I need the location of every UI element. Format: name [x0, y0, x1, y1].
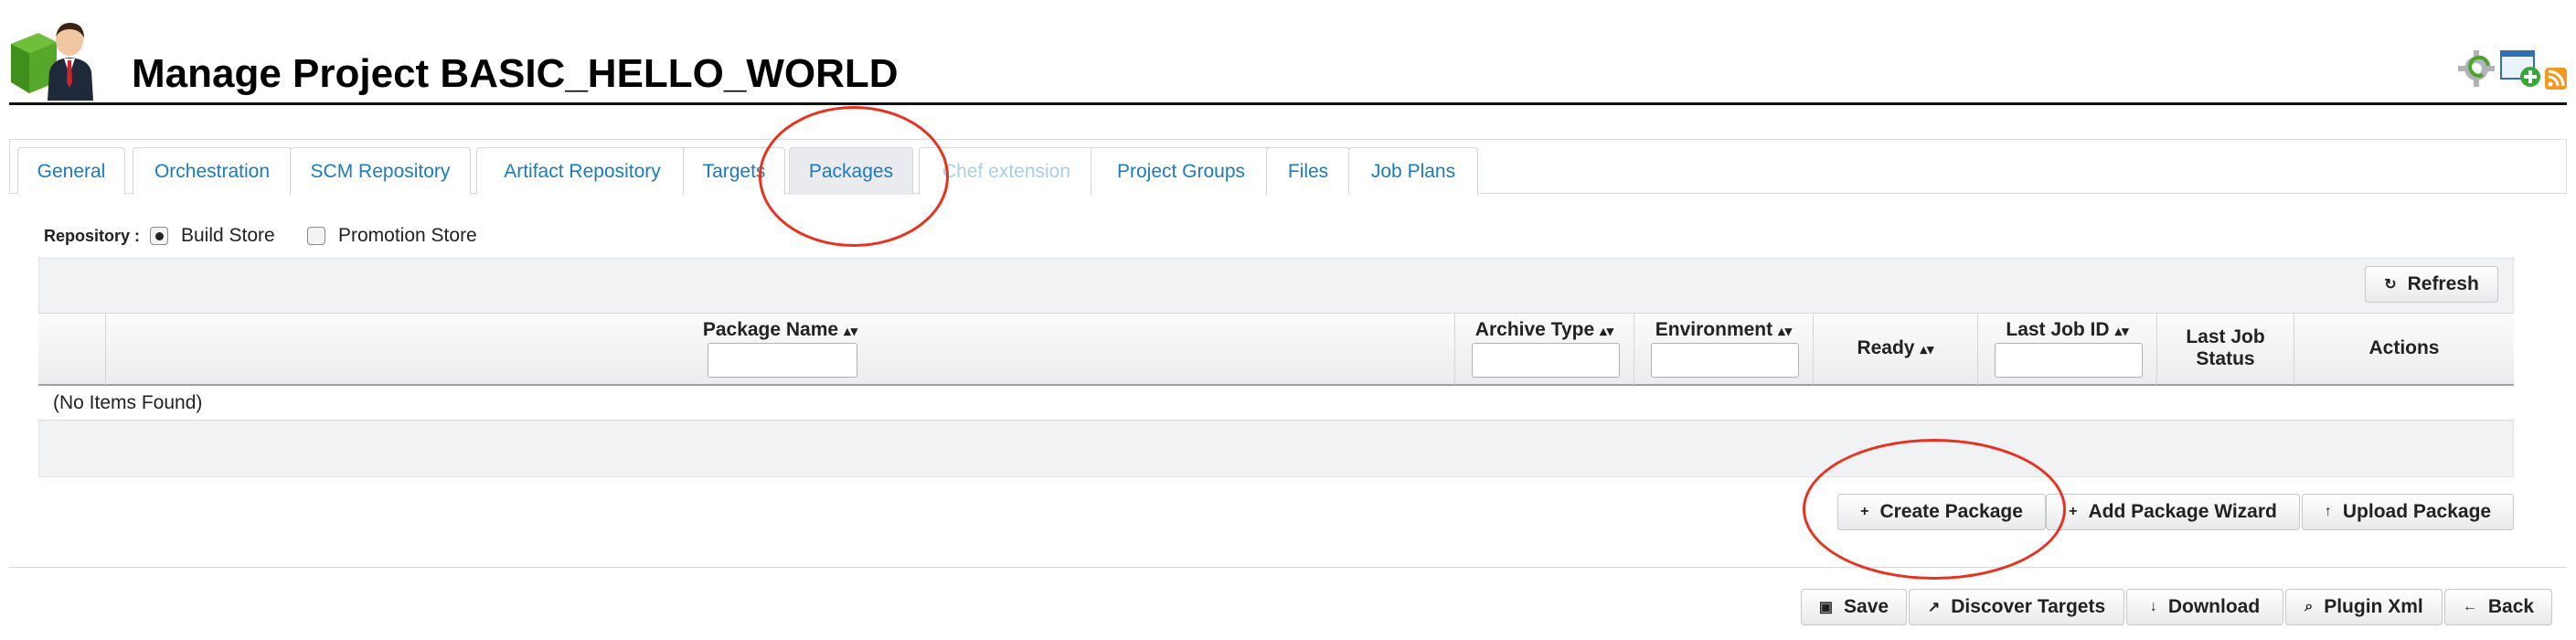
- empty-message: (No Items Found): [38, 386, 2514, 421]
- grid-header: Package Name ▴▾ Archive Type ▴▾ Environmen…: [38, 313, 2514, 386]
- refresh-icon: ↻: [2384, 277, 2397, 293]
- tab-packages[interactable]: Packages: [789, 147, 913, 195]
- environment-filter-input[interactable]: [1651, 343, 1799, 378]
- package-name-filter-input[interactable]: [708, 343, 857, 378]
- tab-artifact-repository[interactable]: Artifact Repository: [476, 147, 688, 195]
- tab-bar: General Orchestration SCM Repository Art…: [9, 139, 2567, 195]
- column-actions: Actions: [2368, 337, 2440, 358]
- radio-button-selected[interactable]: [150, 227, 168, 245]
- header-tools: [2455, 46, 2567, 94]
- tab-files[interactable]: Files: [1266, 147, 1350, 195]
- save-icon: ▣: [1818, 600, 1834, 615]
- gear-refresh-icon[interactable]: [2455, 48, 2497, 94]
- rss-icon[interactable]: [2545, 68, 2567, 94]
- tab-chef-extension: Chef extension: [919, 147, 1094, 195]
- user-avatar-icon: [7, 16, 99, 101]
- section-divider: [9, 567, 2567, 568]
- back-arrow-icon: ←: [2462, 599, 2477, 614]
- column-last-job-id[interactable]: Last Job ID ▴▾: [1978, 314, 2157, 385]
- back-button[interactable]: ← Back: [2444, 589, 2552, 625]
- last-job-id-filter-input[interactable]: [1995, 343, 2143, 378]
- repository-option-build-store[interactable]: Build Store: [150, 225, 275, 247]
- refresh-button[interactable]: ↻ Refresh: [2365, 266, 2498, 303]
- sort-icon[interactable]: ▴▾: [1920, 342, 1933, 357]
- discover-targets-button[interactable]: ↗ Discover Targets: [1909, 589, 2124, 625]
- select-column-header: [38, 314, 106, 385]
- repository-option-promotion-store[interactable]: Promotion Store: [307, 225, 477, 247]
- tab-targets[interactable]: Targets: [683, 147, 785, 195]
- tab-job-plans[interactable]: Job Plans: [1348, 147, 1478, 195]
- archive-type-filter-input[interactable]: [1472, 343, 1620, 378]
- column-ready[interactable]: Ready ▴▾: [1814, 314, 1978, 385]
- add-window-icon[interactable]: [2499, 46, 2543, 94]
- download-button[interactable]: ↓ Download: [2126, 589, 2283, 625]
- add-package-wizard-button[interactable]: + Add Package Wizard: [2046, 494, 2300, 530]
- create-package-button[interactable]: + Create Package: [1837, 494, 2046, 530]
- sort-icon[interactable]: ▴▾: [1600, 324, 1613, 339]
- plus-icon: +: [1860, 504, 1869, 519]
- download-arrow-icon: ↓: [2149, 599, 2157, 614]
- tab-orchestration[interactable]: Orchestration: [133, 147, 292, 195]
- column-archive-type[interactable]: Archive Type ▴▾: [1455, 314, 1634, 385]
- upload-arrow-icon: ↑: [2324, 504, 2332, 519]
- tab-general[interactable]: General: [17, 147, 125, 195]
- radio-label: Build Store: [181, 225, 275, 246]
- radio-label: Promotion Store: [338, 225, 477, 246]
- tab-scm-repository[interactable]: SCM Repository: [290, 147, 471, 195]
- plus-icon: +: [2069, 504, 2078, 519]
- title-divider: [9, 102, 2567, 105]
- page-title: Manage Project BASIC_HELLO_WORLD: [132, 51, 899, 96]
- column-last-job-status: Last Job Status: [2157, 314, 2294, 385]
- radio-button[interactable]: [307, 227, 325, 245]
- sort-icon[interactable]: ▴▾: [2115, 324, 2129, 339]
- column-environment[interactable]: Environment ▴▾: [1634, 314, 1814, 385]
- repository-label: Repository :: [44, 227, 141, 245]
- save-button[interactable]: ▣ Save: [1801, 589, 1907, 625]
- discover-icon: ↗: [1927, 600, 1941, 615]
- plugin-xml-button[interactable]: ⌕ Plugin Xml: [2285, 589, 2443, 625]
- sort-icon[interactable]: ▴▾: [1778, 324, 1792, 339]
- upload-package-button[interactable]: ↑ Upload Package: [2302, 494, 2514, 530]
- tab-project-groups[interactable]: Project Groups: [1091, 147, 1272, 195]
- search-icon: ⌕: [2305, 599, 2314, 614]
- column-package-name[interactable]: Package Name ▴▾: [106, 314, 1455, 385]
- sort-icon[interactable]: ▴▾: [844, 324, 857, 339]
